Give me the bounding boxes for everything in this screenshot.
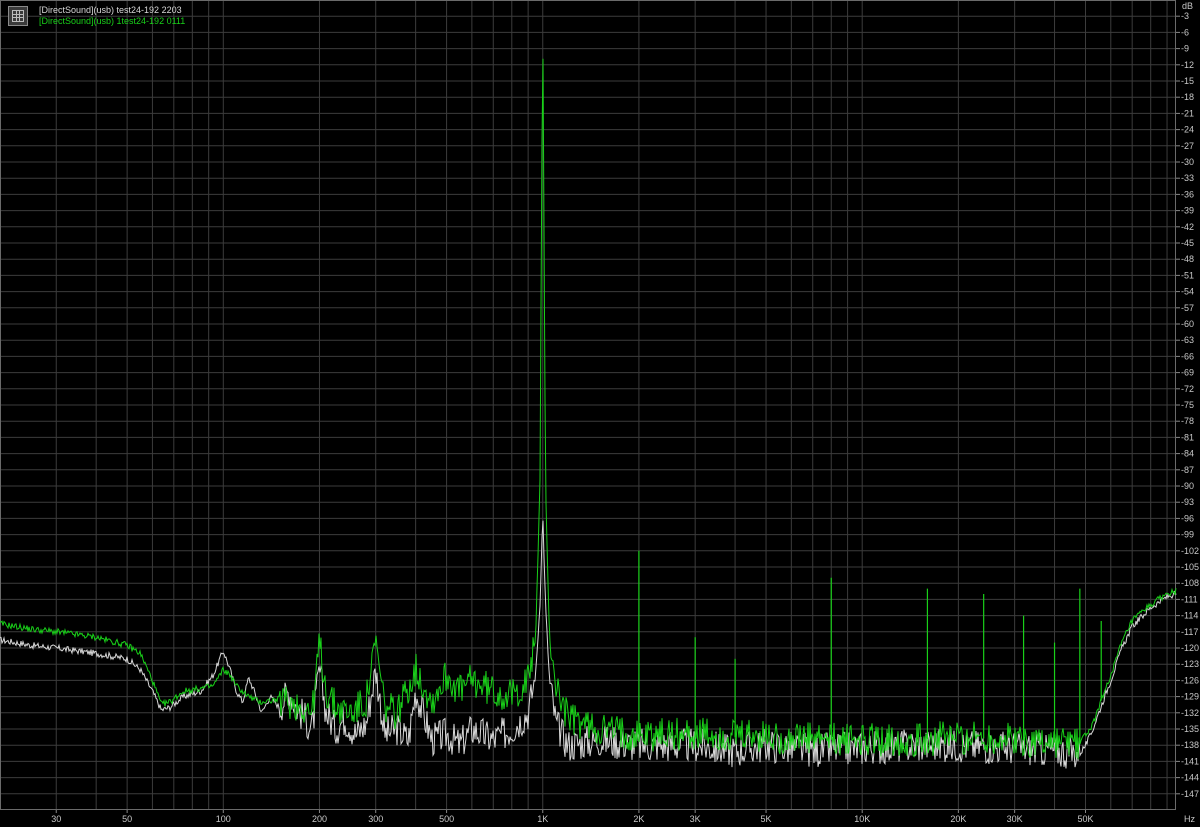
x-tick-label: 30 — [51, 814, 61, 824]
x-tick-label: 10K — [854, 814, 870, 824]
y-tick-label: -111 — [1181, 594, 1198, 604]
y-tick-label: -66 — [1181, 351, 1194, 361]
x-tick-label: 5K — [761, 814, 772, 824]
y-tick-label: -99 — [1181, 530, 1194, 540]
x-tick-label: 30K — [1007, 814, 1023, 824]
x-unit-label: Hz — [1184, 814, 1195, 824]
y-tick-label: -102 — [1181, 546, 1199, 556]
x-tick-label: 50 — [122, 814, 132, 824]
x-tick-label: 2K — [633, 814, 644, 824]
y-tick-label: -75 — [1181, 400, 1194, 410]
y-tick-label: -54 — [1181, 287, 1194, 297]
y-tick-label: -45 — [1181, 238, 1194, 248]
legend: [DirectSound](usb) test24-192 2203 [Dire… — [39, 5, 185, 27]
y-tick-label: -72 — [1181, 384, 1194, 394]
y-tick-label: -132 — [1181, 708, 1199, 718]
y-tick-label: -30 — [1181, 157, 1194, 167]
y-tick-label: -63 — [1181, 335, 1194, 345]
y-tick-label: -87 — [1181, 465, 1194, 475]
y-tick-label: -3 — [1181, 11, 1189, 21]
y-tick-label: -42 — [1181, 222, 1194, 232]
y-tick-label: -78 — [1181, 416, 1194, 426]
y-tick-label: -84 — [1181, 449, 1194, 459]
x-tick-label: 200 — [312, 814, 327, 824]
x-tick-label: 50K — [1077, 814, 1093, 824]
y-tick-label: -57 — [1181, 303, 1194, 313]
y-tick-label: -18 — [1181, 92, 1194, 102]
legend-entry-series1: [DirectSound](usb) 1test24-192 0111 — [39, 16, 186, 26]
spectrum-plot: dB-3 -6 -9 -12 -15 -18 -21 -24 -27 -30 -33 -36 -39 -4… — [0, 0, 1200, 827]
y-tick-label: -51 — [1181, 270, 1194, 280]
y-tick-label: -93 — [1181, 497, 1194, 507]
plot-background — [0, 0, 1200, 827]
y-tick-label: -123 — [1181, 659, 1199, 669]
y-tick-label: -120 — [1181, 643, 1199, 653]
y-tick-label: -138 — [1181, 740, 1199, 750]
y-tick-label: -27 — [1181, 141, 1194, 151]
x-tick-label: 300 — [368, 814, 383, 824]
y-tick-label: -108 — [1181, 578, 1199, 588]
y-tick-label: -129 — [1181, 692, 1199, 702]
y-tick-label: -15 — [1181, 76, 1194, 86]
y-tick-label: -144 — [1181, 773, 1199, 783]
y-tick-label: -141 — [1181, 756, 1199, 766]
y-tick-label: -69 — [1181, 368, 1194, 378]
y-tick-label: -114 — [1181, 611, 1198, 621]
y-tick-label: -9 — [1181, 44, 1189, 54]
y-tick-label: -21 — [1181, 108, 1194, 118]
x-tick-label: 3K — [690, 814, 701, 824]
x-tick-label: 100 — [216, 814, 231, 824]
y-tick-label: -60 — [1181, 319, 1194, 329]
y-tick-label: -147 — [1181, 789, 1199, 799]
legend-grid-icon[interactable] — [8, 6, 28, 26]
y-tick-label: -24 — [1181, 125, 1194, 135]
y-tick-label: -48 — [1181, 254, 1194, 264]
y-tick-label: -90 — [1181, 481, 1194, 491]
y-tick-label: -36 — [1181, 189, 1194, 199]
y-tick-label: -81 — [1181, 432, 1194, 442]
y-tick-label: -6 — [1181, 27, 1189, 37]
y-tick-label: -117 — [1181, 627, 1198, 637]
legend-entry-series0: [DirectSound](usb) test24-192 2203 — [39, 5, 182, 15]
y-tick-label: -39 — [1181, 206, 1194, 216]
x-tick-label: 20K — [950, 814, 966, 824]
x-tick-label: 1K — [537, 814, 548, 824]
y-tick-label: -96 — [1181, 513, 1194, 523]
y-tick-label: -33 — [1181, 173, 1194, 183]
y-tick-label: -126 — [1181, 675, 1199, 685]
y-tick-label: -12 — [1181, 60, 1194, 70]
y-tick-label: -105 — [1181, 562, 1199, 572]
y-unit-label: dB — [1182, 1, 1193, 11]
y-tick-label: -135 — [1181, 724, 1199, 734]
x-tick-label: 500 — [439, 814, 454, 824]
